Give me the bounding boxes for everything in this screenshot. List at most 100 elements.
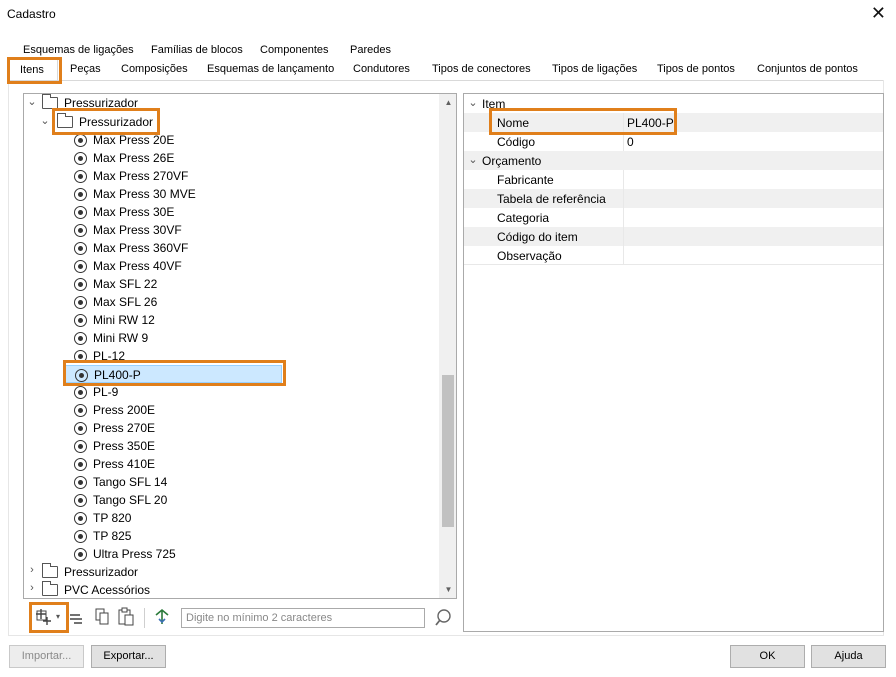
section-orcamento[interactable]: ⌄ Orçamento bbox=[464, 151, 883, 170]
prop-value[interactable]: 0 bbox=[627, 135, 634, 149]
window-title: Cadastro bbox=[7, 7, 56, 21]
exportar-button[interactable]: Exportar... bbox=[91, 645, 166, 668]
tree-item[interactable]: Mini RW 9 bbox=[24, 329, 440, 347]
tree-item[interactable]: Press 350E bbox=[24, 437, 440, 455]
tree-item[interactable]: Press 410E bbox=[24, 455, 440, 473]
tree-item[interactable]: Press 270E bbox=[24, 419, 440, 437]
tree-item-label: TP 825 bbox=[93, 529, 132, 543]
tree-item[interactable]: Ultra Press 725 bbox=[24, 545, 440, 563]
chevron-right-icon[interactable]: › bbox=[26, 564, 38, 576]
tree-item[interactable]: Max SFL 26 bbox=[24, 293, 440, 311]
tree-item[interactable]: Tango SFL 20 bbox=[24, 491, 440, 509]
tree-item[interactable]: Max Press 30 MVE bbox=[24, 185, 440, 203]
item-icon bbox=[74, 206, 87, 219]
importar-button[interactable]: Importar... bbox=[9, 645, 84, 668]
tree-item-label: Tango SFL 20 bbox=[93, 493, 168, 507]
tab-tipos-de-ligacoes[interactable]: Tipos de ligações bbox=[552, 63, 637, 75]
tab-condutores[interactable]: Condutores bbox=[353, 63, 410, 75]
tree-item-label: Max Press 360VF bbox=[93, 241, 189, 255]
tree-item[interactable]: Mini RW 12 bbox=[24, 311, 440, 329]
tree-item-selected[interactable]: PL400-P bbox=[64, 365, 282, 383]
tree-item[interactable]: Max Press 40VF bbox=[24, 257, 440, 275]
item-icon bbox=[74, 350, 87, 363]
scroll-down-icon[interactable]: ▼ bbox=[440, 581, 456, 598]
prop-row-nome[interactable]: Nome PL400-P bbox=[464, 113, 883, 132]
tree-item[interactable]: TP 825 bbox=[24, 527, 440, 545]
prop-row-fabricante[interactable]: Fabricante bbox=[464, 170, 883, 189]
prop-label: Categoria bbox=[497, 211, 550, 225]
add-item-icon[interactable] bbox=[34, 608, 56, 628]
dropdown-arrow-icon[interactable]: ▾ bbox=[56, 612, 60, 621]
section-item[interactable]: ⌄ Item bbox=[464, 94, 883, 113]
item-icon bbox=[74, 332, 87, 345]
tab-tipos-de-conectores[interactable]: Tipos de conectores bbox=[432, 63, 531, 75]
tree-item[interactable]: TP 820 bbox=[24, 509, 440, 527]
chevron-down-icon[interactable]: ⌄ bbox=[39, 114, 51, 127]
section-label: Item bbox=[482, 97, 506, 111]
tree-item-label: Mini RW 12 bbox=[93, 313, 155, 327]
tab-pecas[interactable]: Peças bbox=[70, 63, 101, 75]
tab-conjuntos-de-pontos[interactable]: Conjuntos de pontos bbox=[757, 63, 858, 75]
tree-item-label: Press 200E bbox=[93, 403, 156, 417]
tree-item[interactable]: Max Press 20E bbox=[24, 131, 440, 149]
search-input[interactable] bbox=[181, 608, 425, 628]
prop-value[interactable]: PL400-P bbox=[627, 116, 674, 130]
tree-item[interactable]: Max Press 30VF bbox=[24, 221, 440, 239]
chevron-down-icon[interactable]: ⌄ bbox=[26, 95, 38, 108]
tree-item[interactable]: Max Press 30E bbox=[24, 203, 440, 221]
column-divider bbox=[623, 208, 624, 227]
item-tree[interactable]: ⌄ Pressurizador ⌄ Pressurizador Max Pres… bbox=[23, 93, 457, 599]
tree-item[interactable]: PL-12 bbox=[24, 347, 440, 365]
tree-item-label: Max Press 270VF bbox=[93, 169, 189, 183]
prop-label: Fabricante bbox=[497, 173, 554, 187]
chevron-down-icon[interactable]: ⌄ bbox=[467, 96, 479, 109]
tree-item-label: Max Press 20E bbox=[93, 133, 175, 147]
prop-row-codigo-item[interactable]: Código do item bbox=[464, 227, 883, 246]
tab-componentes[interactable]: Componentes bbox=[260, 44, 329, 56]
prop-row-codigo[interactable]: Código 0 bbox=[464, 132, 883, 151]
chevron-right-icon[interactable]: › bbox=[26, 582, 38, 594]
tab-familias-de-blocos[interactable]: Famílias de blocos bbox=[151, 44, 243, 56]
tab-esquemas-de-ligacoes[interactable]: Esquemas de ligações bbox=[23, 44, 134, 56]
filter-icon[interactable] bbox=[152, 607, 172, 627]
paste-icon[interactable] bbox=[117, 607, 135, 627]
prop-row-categoria[interactable]: Categoria bbox=[464, 208, 883, 227]
tree-item[interactable]: Max Press 270VF bbox=[24, 167, 440, 185]
tree-item[interactable]: Press 200E bbox=[24, 401, 440, 419]
tree-node-sub[interactable]: ⌄ Pressurizador bbox=[24, 113, 440, 131]
tab-composicoes[interactable]: Composições bbox=[121, 63, 188, 75]
tab-paredes[interactable]: Paredes bbox=[350, 44, 391, 56]
close-icon[interactable]: ✕ bbox=[871, 3, 886, 23]
tree-node-root[interactable]: ⌄ Pressurizador bbox=[24, 94, 440, 112]
column-divider bbox=[623, 113, 624, 132]
ok-button[interactable]: OK bbox=[730, 645, 805, 668]
column-divider bbox=[623, 227, 624, 246]
search-icon[interactable] bbox=[433, 608, 453, 628]
tree-node-collapsed[interactable]: › Pressurizador bbox=[24, 563, 440, 581]
tree-item-label: Mini RW 9 bbox=[93, 331, 149, 345]
ajuda-button[interactable]: Ajuda bbox=[811, 645, 886, 668]
tree-item[interactable]: Tango SFL 14 bbox=[24, 473, 440, 491]
tree-item[interactable]: Max Press 26E bbox=[24, 149, 440, 167]
tree-item[interactable]: PL-9 bbox=[24, 383, 440, 401]
prop-row-observacao[interactable]: Observação bbox=[464, 246, 883, 265]
column-divider bbox=[623, 170, 624, 189]
tree-item-label: Max SFL 26 bbox=[93, 295, 158, 309]
tree-item[interactable]: Max Press 360VF bbox=[24, 239, 440, 257]
scrollbar-thumb[interactable] bbox=[442, 375, 454, 527]
item-icon bbox=[74, 170, 87, 183]
prop-row-tabela[interactable]: Tabela de referência bbox=[464, 189, 883, 208]
tab-tipos-de-pontos[interactable]: Tipos de pontos bbox=[657, 63, 735, 75]
tree-item-label: PL-12 bbox=[93, 349, 126, 363]
scroll-up-icon[interactable]: ▲ bbox=[440, 94, 456, 111]
copy-icon[interactable] bbox=[94, 608, 110, 626]
properties-panel: ⌄ Item Nome PL400-P Código 0 ⌄ Orçamento… bbox=[463, 93, 884, 632]
remove-item-icon[interactable] bbox=[68, 609, 84, 627]
item-icon bbox=[74, 242, 87, 255]
tree-node-collapsed[interactable]: › PVC Acessórios bbox=[24, 581, 440, 598]
tree-scrollbar[interactable]: ▲ ▼ bbox=[439, 94, 456, 598]
chevron-down-icon[interactable]: ⌄ bbox=[467, 153, 479, 166]
column-divider bbox=[623, 246, 624, 265]
tab-esquemas-de-lancamento[interactable]: Esquemas de lançamento bbox=[207, 63, 334, 75]
tree-item[interactable]: Max SFL 22 bbox=[24, 275, 440, 293]
